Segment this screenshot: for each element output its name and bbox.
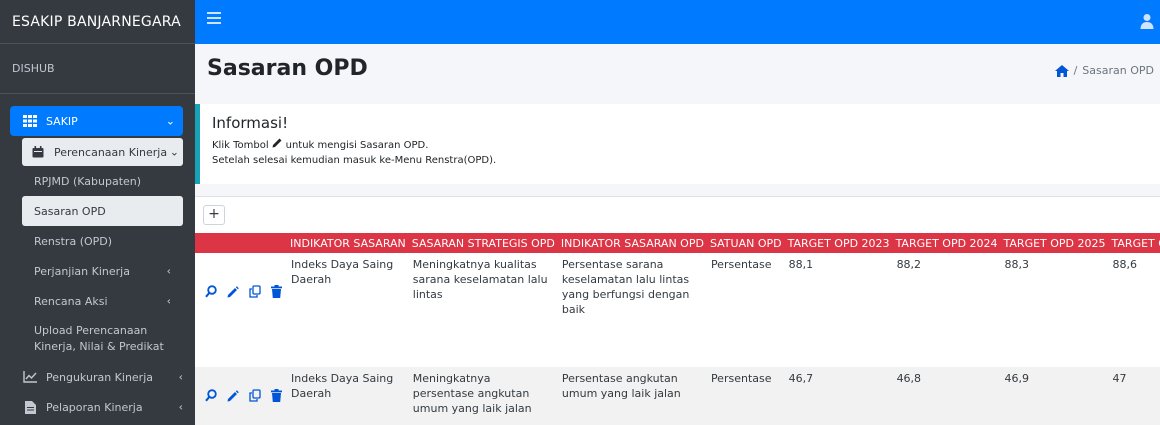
search-icon[interactable]	[205, 285, 217, 299]
sidebar-item-label: Perjanjian Kinerja	[34, 264, 130, 278]
table-header-row: INDIKATOR SASARAN SASARAN STRATEGIS OPD …	[195, 233, 1160, 253]
top-navbar	[195, 0, 1160, 44]
page-title: Sasaran OPD	[207, 56, 368, 81]
chevron-down-icon: ⌄	[165, 114, 175, 128]
sidebar-item-label: Pelaporan Kinerja	[46, 400, 143, 414]
column-header: TARGET OPD 2024	[892, 233, 1001, 253]
column-header: TARGET OPD 2023	[784, 233, 893, 253]
brand-logo[interactable]: ESAKIP BANJARNEGARA	[0, 0, 195, 44]
table-card: + INDIKATOR SASARAN SASARAN STRATEGIS OP…	[195, 196, 1160, 425]
callout-line-2: Setelah selesai kemudian masuk ke-Menu R…	[212, 155, 497, 166]
cell-target-2026: 88,6	[1108, 253, 1160, 367]
copy-icon[interactable]	[249, 389, 261, 403]
cell-satuan: Persentase	[706, 253, 785, 367]
sidebar-item-upload-perencanaan[interactable]: Upload Perencanaan Kinerja, Nilai & Pred…	[22, 316, 183, 362]
cell-satuan: Persentase	[706, 367, 785, 425]
column-header: SATUAN OPD	[706, 233, 785, 253]
sidebar-item-label: Rencana Aksi	[34, 294, 108, 308]
sidebar-nav: SAKIP ⌄ Perencanaan Kinerja ⌄ RPJMD (Kab…	[0, 94, 195, 422]
cell-target-2023: 88,1	[784, 253, 893, 367]
cell-target-2024: 88,2	[892, 253, 1001, 367]
menu-toggle-icon[interactable]	[207, 12, 221, 26]
user-panel[interactable]: DISHUB	[0, 44, 195, 94]
cell-indikator: Indeks Daya Saing Daerah	[287, 367, 409, 425]
breadcrumb-current: Sasaran OPD	[1082, 64, 1154, 77]
copy-icon[interactable]	[249, 285, 261, 299]
info-callout: Informasi! Klik Tombol untuk mengisi Sas…	[195, 104, 1160, 184]
sidebar-item-renstra[interactable]: Renstra (OPD)	[22, 226, 183, 256]
grid-icon	[22, 115, 38, 127]
sidebar: ESAKIP BANJARNEGARA DISHUB SAKIP ⌄ Peren…	[0, 0, 195, 425]
sidebar-item-perencanaan-kinerja[interactable]: Perencanaan Kinerja ⌄	[22, 138, 183, 166]
pencil-icon[interactable]	[227, 389, 239, 403]
column-header: TARGET OPD 2026	[1108, 233, 1160, 253]
column-header: TARGET OPD 2025	[1000, 233, 1109, 253]
sidebar-item-label: Upload Perencanaan Kinerja, Nilai & Pred…	[34, 324, 164, 353]
search-icon[interactable]	[205, 389, 217, 403]
chevron-left-icon: ‹	[166, 264, 171, 278]
sidebar-item-label: RPJMD (Kabupaten)	[34, 174, 142, 188]
pencil-icon	[272, 137, 283, 153]
row-actions	[195, 367, 287, 425]
row-actions	[195, 253, 287, 367]
user-icon[interactable]	[1140, 13, 1154, 29]
cell-target-2025: 46,9	[1000, 367, 1109, 425]
file-icon	[22, 400, 38, 414]
chevron-left-icon: ‹	[178, 370, 183, 384]
callout-title: Informasi!	[212, 114, 289, 132]
trash-icon[interactable]	[271, 285, 283, 299]
chart-line-icon	[22, 371, 38, 383]
sidebar-item-label: Renstra (OPD)	[34, 234, 113, 248]
callout-line-1: Klik Tombol untuk mengisi Sasaran OPD.	[212, 137, 1148, 153]
sidebar-item-pelaporan-kinerja[interactable]: Pelaporan Kinerja ‹	[22, 392, 195, 422]
chevron-down-icon: ⌄	[169, 145, 179, 159]
column-header: SASARAN STRATEGIS OPD	[408, 233, 558, 253]
trash-icon[interactable]	[271, 389, 283, 403]
sidebar-item-sasaran-opd[interactable]: Sasaran OPD	[22, 196, 183, 226]
sidebar-item-rencana-aksi[interactable]: Rencana Aksi ‹	[22, 286, 183, 316]
breadcrumb-separator: /	[1073, 64, 1078, 77]
callout-text: Klik Tombol	[212, 139, 269, 151]
cell-indikator-opd: Persentase angkutan umum yang laik jalan	[557, 367, 707, 425]
sidebar-item-perjanjian-kinerja[interactable]: Perjanjian Kinerja ‹	[22, 256, 183, 286]
sidebar-item-label: SAKIP	[46, 114, 78, 128]
breadcrumb: / Sasaran OPD	[1054, 64, 1154, 77]
home-icon[interactable]	[1054, 64, 1069, 77]
sidebar-item-pengukuran-kinerja[interactable]: Pengukuran Kinerja ‹	[22, 362, 195, 392]
sidebar-item-label: Sasaran OPD	[34, 204, 106, 218]
cell-indikator: Indeks Daya Saing Daerah	[287, 253, 409, 367]
column-header: INDIKATOR SASARAN	[287, 233, 409, 253]
chevron-left-icon: ‹	[178, 400, 183, 414]
chevron-left-icon: ‹	[166, 294, 171, 308]
pencil-icon[interactable]	[227, 285, 239, 299]
sidebar-item-rpjmd[interactable]: RPJMD (Kabupaten)	[22, 166, 183, 196]
table-row: Indeks Daya Saing Daerah Meningkatnya pe…	[195, 367, 1160, 425]
sidebar-item-label: Perencanaan Kinerja	[54, 145, 168, 159]
callout-text: untuk mengisi Sasaran OPD.	[285, 139, 429, 151]
add-button[interactable]: +	[203, 205, 225, 225]
cell-sasaran: Meningkatnya kualitas sarana keselamatan…	[408, 253, 558, 367]
column-header-actions	[195, 233, 287, 253]
sidebar-item-sakip[interactable]: SAKIP ⌄	[10, 106, 183, 136]
table-row: Indeks Daya Saing Daerah Meningkatnya ku…	[195, 253, 1160, 367]
calendar-icon	[30, 146, 46, 158]
column-header: INDIKATOR SASARAN OPD	[557, 233, 707, 253]
cell-target-2025: 88,3	[1000, 253, 1109, 367]
cell-sasaran: Meningkatnya persentase angkutan umum ya…	[408, 367, 558, 425]
cell-target-2024: 46,8	[892, 367, 1001, 425]
main-content: Sasaran OPD / Sasaran OPD Informasi! Kli…	[195, 44, 1160, 425]
cell-target-2023: 46,7	[784, 367, 893, 425]
cell-indikator-opd: Persentase sarana keselamatan lalu linta…	[557, 253, 707, 367]
sasaran-table: INDIKATOR SASARAN SASARAN STRATEGIS OPD …	[195, 233, 1160, 425]
sidebar-item-label: Pengukuran Kinerja	[46, 370, 153, 384]
cell-target-2026: 47	[1108, 367, 1160, 425]
